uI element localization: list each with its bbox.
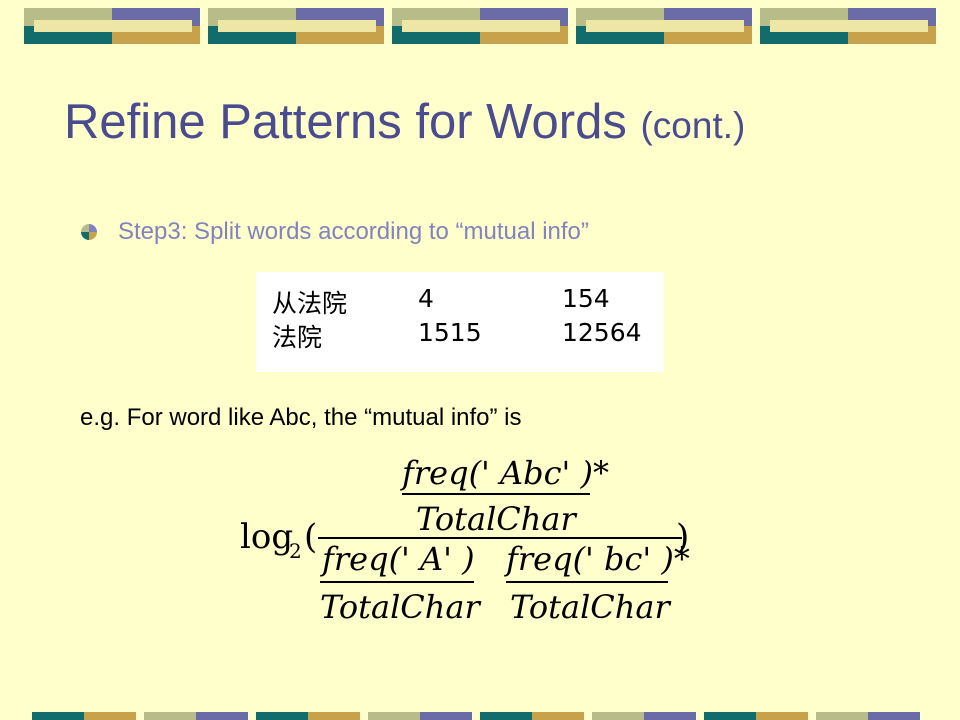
formula-right-top: freq(' bc' )*: [504, 540, 690, 578]
pie-bullet-icon: [81, 224, 97, 240]
bottom-block-olive: [816, 712, 868, 720]
formula-right-bottom: TotalChar: [510, 588, 671, 626]
bottom-block-olive: [144, 712, 196, 720]
bottom-block-periwinkle: [196, 712, 248, 720]
bullet-item: Step3: Split words according to “mutual …: [80, 218, 589, 246]
bullet-text: Step3: Split words according to “mutual …: [118, 218, 589, 245]
tile-cream-stripe: [586, 20, 744, 32]
bottom-block-olive: [368, 712, 420, 720]
tile-cream-stripe: [770, 20, 928, 32]
formula-numerator-bottom: TotalChar: [416, 500, 577, 538]
formula-left-top: freq(' A' ): [320, 540, 475, 578]
bottom-block-gold: [84, 712, 136, 720]
formula-numerator-top: freq(' Abc' )*: [400, 454, 609, 492]
bottom-block-periwinkle: [868, 712, 920, 720]
bottom-block-teal: [704, 712, 756, 720]
bottom-block-teal: [256, 712, 308, 720]
bottom-block-olive: [592, 712, 644, 720]
formula-left-bottom: TotalChar: [320, 588, 481, 626]
mutual-info-formula: log 2 ( freq(' Abc' )* TotalChar ) freq(…: [240, 454, 690, 626]
top-tile-5: [760, 8, 936, 44]
bottom-block-gold: [532, 712, 584, 720]
tile-cream-stripe: [402, 20, 560, 32]
bottom-block-gold: [308, 712, 360, 720]
top-tile-4: [576, 8, 752, 44]
table-cell: 1515: [418, 318, 482, 347]
table-cell: 12564: [562, 318, 642, 347]
table-cell: 从法院: [272, 289, 348, 318]
bottom-block-teal: [480, 712, 532, 720]
top-tile-2: [208, 8, 384, 44]
frequency-table: 从法院 4 154 法院 1515 12564: [256, 272, 664, 372]
top-tile-1: [24, 8, 200, 44]
formula-log-base: 2: [289, 539, 302, 563]
bottom-block-teal: [32, 712, 84, 720]
bottom-block-periwinkle: [420, 712, 472, 720]
bottom-decoration: [0, 712, 960, 720]
formula-open-paren: (: [304, 517, 317, 557]
table-cell: 4: [418, 284, 434, 313]
slide-title-suffix: (cont.): [640, 105, 746, 146]
tile-cream-stripe: [34, 20, 192, 32]
bottom-block-gold: [756, 712, 808, 720]
table-cell: 154: [562, 284, 610, 313]
bottom-block-periwinkle: [644, 712, 696, 720]
slide-title: Refine Patterns for Words (cont.): [64, 94, 745, 150]
tile-cream-stripe: [218, 20, 376, 32]
example-text: e.g. For word like Abc, the “mutual info…: [80, 404, 522, 431]
table-cell: 法院: [272, 323, 323, 352]
top-tile-3: [392, 8, 568, 44]
top-decoration: [0, 0, 960, 50]
formula-log: log: [240, 517, 293, 557]
slide-title-main: Refine Patterns for Words: [64, 95, 627, 149]
